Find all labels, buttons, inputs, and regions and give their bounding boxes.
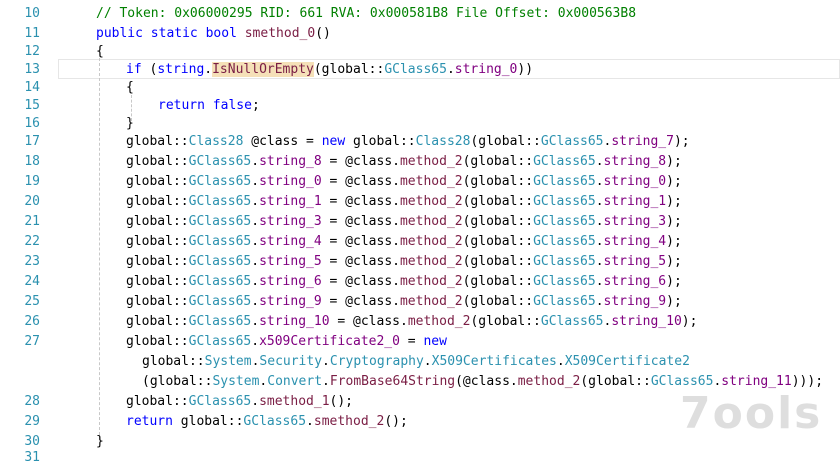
code-text[interactable]: return false;	[158, 96, 260, 116]
line-number: 18	[24, 154, 40, 169]
line-number: 19	[24, 174, 40, 189]
watermark-logo: 7ools	[680, 388, 823, 439]
code-text[interactable]: global::GClass65.string_0 = @class.metho…	[126, 172, 682, 192]
code-text[interactable]: global::Class28 @class = new global::Cla…	[126, 132, 690, 152]
indent-guide	[99, 58, 100, 440]
line-number: 11	[24, 26, 40, 41]
line-number: 17	[24, 134, 40, 149]
line-number: 31	[24, 450, 40, 465]
line-number: 15	[24, 98, 40, 113]
code-text[interactable]: // Token: 0x06000295 RID: 661 RVA: 0x000…	[96, 4, 636, 24]
code-text[interactable]: global::GClass65.string_8 = @class.metho…	[126, 152, 682, 172]
line-number: 26	[24, 314, 40, 329]
code-text[interactable]: global::GClass65.smethod_1();	[126, 392, 353, 412]
code-editor[interactable]: 10 // Token: 0x06000295 RID: 661 RVA: 0x0…	[0, 0, 840, 465]
code-text[interactable]: public static bool smethod_0()	[96, 24, 331, 44]
code-text[interactable]: global::GClass65.string_4 = @class.metho…	[126, 232, 682, 252]
line-number: 23	[24, 254, 40, 269]
code-text[interactable]: {	[96, 42, 104, 62]
line-number: 21	[24, 214, 40, 229]
code-text[interactable]: return global::GClass65.smethod_2();	[126, 412, 408, 432]
line-number: 20	[24, 194, 40, 209]
line-number: 24	[24, 274, 40, 289]
line-number: 16	[24, 116, 40, 131]
line-number: 27	[24, 334, 40, 349]
code-text[interactable]: global::GClass65.x509Certificate2_0 = ne…	[126, 332, 447, 352]
code-text[interactable]: {	[126, 78, 134, 98]
code-text[interactable]: global::GClass65.string_6 = @class.metho…	[126, 272, 682, 292]
line-number: 25	[24, 294, 40, 309]
line-number: 29	[24, 414, 40, 429]
code-text[interactable]: global::GClass65.string_3 = @class.metho…	[126, 212, 682, 232]
code-text[interactable]: global::GClass65.string_5 = @class.metho…	[126, 252, 682, 272]
line-number: 14	[24, 80, 40, 95]
line-number: 28	[24, 394, 40, 409]
code-text[interactable]: }	[126, 114, 134, 134]
line-number: 22	[24, 234, 40, 249]
code-text[interactable]: global::GClass65.string_10 = @class.meth…	[126, 312, 697, 332]
code-text[interactable]: if (string.IsNullOrEmpty(global::GClass6…	[126, 60, 533, 80]
line-number: 13	[24, 62, 40, 77]
code-text[interactable]: }	[96, 432, 104, 452]
code-text[interactable]: global::System.Security.Cryptography.X50…	[142, 352, 690, 372]
line-number: 12	[24, 44, 40, 59]
code-text[interactable]: global::GClass65.string_9 = @class.metho…	[126, 292, 682, 312]
code-text[interactable]: global::GClass65.string_1 = @class.metho…	[126, 192, 682, 212]
line-number: 10	[24, 6, 40, 21]
